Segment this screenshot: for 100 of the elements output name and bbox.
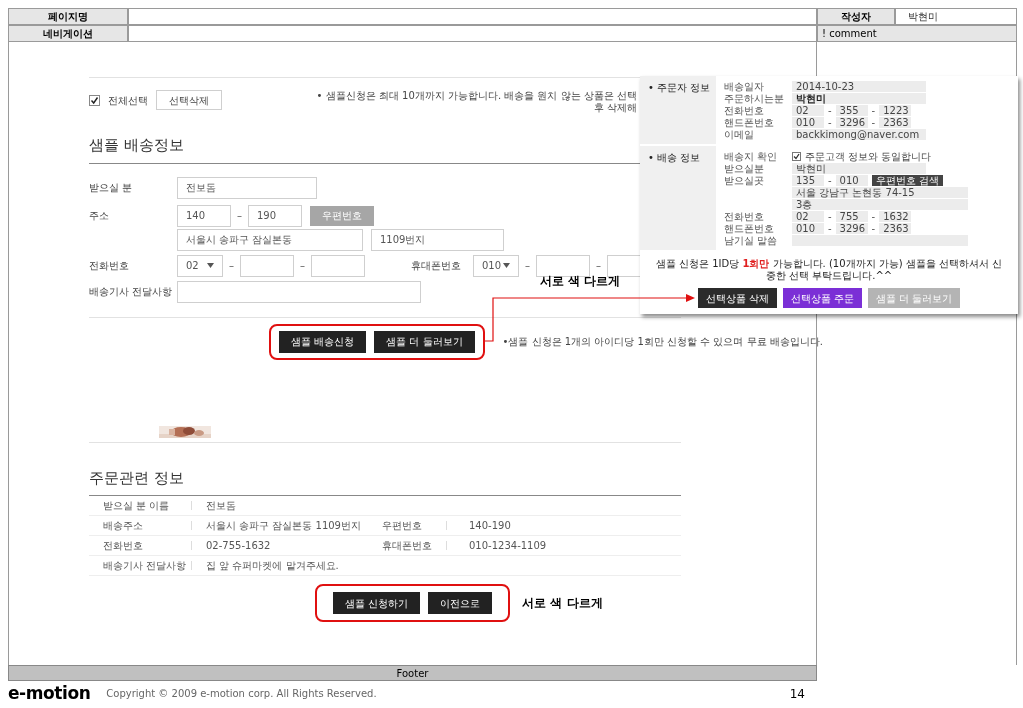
value-field: 3296 bbox=[835, 116, 868, 128]
form-label: 받으실 분 bbox=[89, 181, 134, 195]
popup-label: 남기실 말씀 bbox=[724, 234, 779, 246]
dark-button[interactable]: 샘플 신청하기 bbox=[333, 592, 421, 614]
section-title: 주문관련 정보 bbox=[89, 467, 185, 489]
dropdown[interactable]: 010 bbox=[473, 254, 519, 277]
dropdown[interactable]: 02 bbox=[177, 254, 223, 277]
section-heading: • 배송 정보 bbox=[647, 151, 702, 165]
input-field[interactable] bbox=[536, 254, 590, 277]
dash: - bbox=[871, 222, 876, 234]
table-cell-text: 우편번호 bbox=[382, 519, 423, 533]
value-field: 010 bbox=[792, 116, 824, 128]
checkbox-label: 주문고객 정보와 동일합니다 bbox=[805, 150, 932, 162]
footer-bar: Footer bbox=[8, 665, 817, 681]
table-cell-text: 전보돔 bbox=[205, 499, 237, 513]
free-note: •샘플 신청은 1개의 아이디당 1회만 신청할 수 있으며 무료 배송입니다. bbox=[502, 335, 823, 349]
form-label: 휴대폰번호 bbox=[411, 259, 462, 273]
checkbox-label: 전체선택 bbox=[108, 93, 148, 108]
value-field: 박현미 bbox=[792, 162, 926, 174]
form-label: 배송기사 전달사항 bbox=[89, 285, 174, 299]
header-label: 네비게이션 bbox=[43, 27, 93, 41]
comment-label: ! comment bbox=[822, 27, 877, 41]
header-label: 작성자 bbox=[841, 10, 871, 24]
dash: – bbox=[525, 259, 530, 273]
input-field[interactable] bbox=[240, 254, 294, 277]
dash: - bbox=[828, 222, 832, 234]
form-label: 주소 bbox=[89, 209, 110, 223]
value-field: 2363 bbox=[879, 222, 912, 234]
input-field[interactable]: 서울시 송파구 잠실본동 bbox=[177, 228, 363, 251]
dark-button[interactable]: 샘플 배송신청 bbox=[279, 330, 367, 353]
value-field: 010 bbox=[792, 222, 824, 234]
annotation-text: 서로 색 다르게 bbox=[540, 273, 621, 290]
input-field[interactable]: 전보돔 bbox=[177, 176, 317, 199]
checkbox[interactable] bbox=[792, 151, 801, 161]
popup-button[interactable]: 선택상품 삭제 bbox=[697, 288, 777, 308]
value-field: 1223 bbox=[879, 104, 912, 116]
popup-label: 이메일 bbox=[724, 128, 755, 140]
delete-button[interactable]: 선택삭제 bbox=[156, 90, 222, 110]
copyright: Copyright © 2009 e-motion corp. All Rights Reserved. bbox=[106, 687, 377, 702]
popup-button[interactable]: 선택상품 주문 bbox=[782, 288, 862, 308]
value-field: backkimong@naver.com bbox=[792, 128, 926, 140]
value-field: 02 bbox=[792, 104, 824, 116]
dash: - bbox=[871, 210, 876, 222]
input-field[interactable] bbox=[311, 254, 365, 277]
input-field[interactable]: 190 bbox=[248, 204, 302, 227]
value-field: 135 bbox=[792, 174, 824, 186]
caret-icon bbox=[503, 263, 510, 268]
annotation-text: 서로 색 다르게 bbox=[522, 595, 603, 612]
table-cell-text: 집 앞 슈퍼마켓에 맡겨주세요. bbox=[205, 559, 340, 573]
dash: - bbox=[828, 104, 832, 116]
popup-label: 핸드폰번호 bbox=[724, 116, 775, 128]
value-field: 2014-10-23 bbox=[792, 80, 926, 92]
dark-button[interactable]: 샘플 더 둘러보기 bbox=[374, 330, 475, 353]
table-cell-text: 받으실 분 이름 bbox=[102, 499, 171, 513]
check-icon bbox=[793, 152, 800, 160]
table-cell-text: 02-755-1632 bbox=[205, 539, 272, 553]
value-field: 1632 bbox=[879, 210, 912, 222]
value-field: 박현미 bbox=[792, 92, 926, 104]
limit-note: • 샘플신청은 최대 10개까지 가능합니다. 배송을 원치 않는 상품은 선택 후 삭제해 bbox=[315, 90, 637, 114]
author-name: 박현미 bbox=[908, 10, 938, 24]
value-field: 3296 bbox=[835, 222, 868, 234]
dash: - bbox=[828, 174, 832, 186]
table-cell-text: 배송주소 bbox=[102, 519, 144, 533]
popup-label: 배송지 확인 bbox=[724, 150, 779, 162]
value-field: 서울 강남구 논현동 74-15 bbox=[792, 186, 968, 198]
checkbox[interactable] bbox=[89, 94, 100, 106]
dark-button[interactable]: 이전으로 bbox=[428, 592, 493, 614]
input-field[interactable]: 1109번지 bbox=[371, 228, 504, 251]
section-title: 샘플 배송정보 bbox=[89, 135, 185, 156]
input-field[interactable] bbox=[177, 280, 421, 303]
table-cell-text: 서울시 송파구 잠실본동 1109번지 bbox=[205, 519, 362, 533]
dash: - bbox=[871, 116, 876, 128]
dash: – bbox=[229, 259, 234, 273]
popup-label: 받으실곳 bbox=[724, 174, 765, 186]
popup-label: 받으실분 bbox=[724, 162, 765, 174]
dash: - bbox=[871, 104, 876, 116]
popup-label: 전화번호 bbox=[724, 104, 765, 116]
dash: – bbox=[237, 209, 242, 223]
popup-label: 배송일자 bbox=[724, 80, 765, 92]
popup-label: 핸드폰번호 bbox=[724, 222, 775, 234]
table-cell-text: 140-190 bbox=[468, 519, 511, 533]
form-label: 전화번호 bbox=[89, 259, 130, 273]
check-icon bbox=[90, 95, 99, 105]
popup-label: 전화번호 bbox=[724, 210, 765, 222]
input-field[interactable]: 140 bbox=[177, 204, 231, 227]
value-field: 02 bbox=[792, 210, 824, 222]
dash: - bbox=[828, 210, 832, 222]
table-cell-text: 휴대폰번호 bbox=[382, 539, 433, 553]
table-cell-text: 010-1234-1109 bbox=[468, 539, 547, 553]
dash: – bbox=[300, 259, 305, 273]
zip-search-button[interactable]: 우편번호 검색 bbox=[871, 174, 943, 186]
value-field: 3층 bbox=[792, 198, 968, 210]
popup-label: 주문하시는분 bbox=[724, 92, 785, 104]
value-field: 755 bbox=[835, 210, 868, 222]
header-label: 페이지명 bbox=[48, 10, 88, 24]
dash: – bbox=[596, 259, 601, 273]
page-number: 14 bbox=[789, 685, 805, 703]
section-heading: • 주문자 정보 bbox=[647, 81, 712, 95]
popup-note: 샘플 신청은 1ID당 1회만 가능합니다. (10개까지 가능) 샘플을 선택하셔서 신중한 선택 부탁드립니다.^^ bbox=[654, 258, 1004, 282]
value-field: 355 bbox=[835, 104, 868, 116]
